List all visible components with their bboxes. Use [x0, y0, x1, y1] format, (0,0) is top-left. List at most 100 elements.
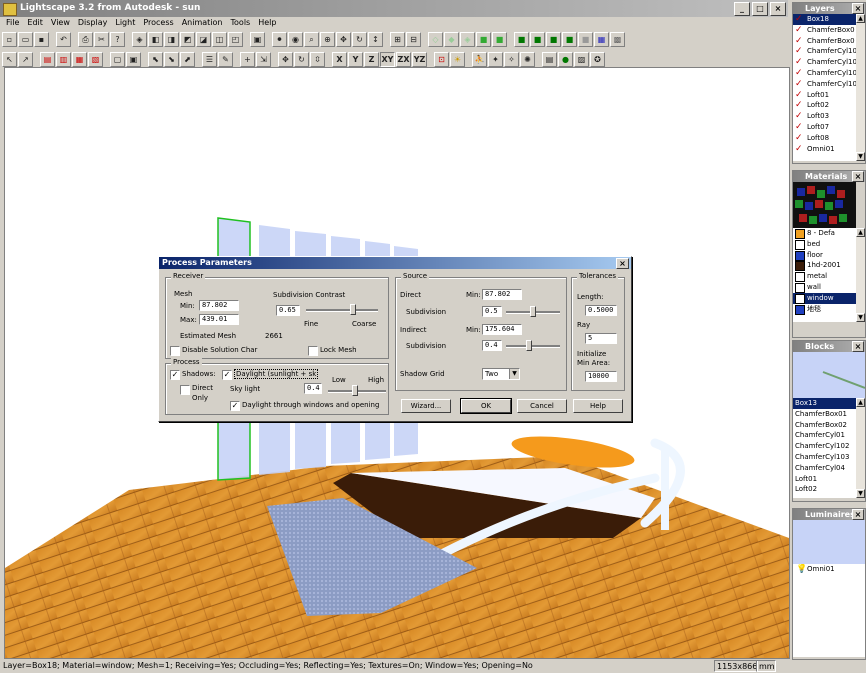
materials-close-button[interactable]: × — [852, 171, 864, 182]
select-obj-icon[interactable]: ↗ — [18, 52, 33, 67]
view-persp-icon[interactable]: ◈ — [132, 32, 147, 47]
close-button[interactable]: × — [770, 2, 786, 16]
save-icon[interactable]: ▪ — [34, 32, 49, 47]
figure-icon[interactable]: ✧ — [504, 52, 519, 67]
maximize-button[interactable]: □ — [752, 2, 768, 16]
scroll-up-icon[interactable]: ▲ — [856, 228, 865, 237]
scroll-up-icon[interactable]: ▲ — [856, 14, 865, 23]
menu-tools[interactable]: Tools — [231, 17, 251, 29]
render-icon[interactable]: ▣ — [250, 32, 265, 47]
paste-icon[interactable]: ▣ — [126, 52, 141, 67]
rotate-icon[interactable]: ↻ — [294, 52, 309, 67]
edit-icon[interactable]: ✎ — [218, 52, 233, 67]
block-item[interactable]: Loft02 — [793, 484, 865, 495]
axis-x[interactable]: X — [332, 52, 347, 67]
zoom-icon[interactable]: ⌕ — [304, 32, 319, 47]
material-item[interactable]: wall — [793, 282, 865, 293]
layer-item[interactable]: ✓ Box18 — [793, 14, 865, 25]
blocks-scrollbar[interactable]: ▲ ▼ — [856, 398, 865, 498]
ok-button[interactable]: OK — [460, 398, 512, 414]
layer-item[interactable]: ✓ ChamferCyl10 — [793, 79, 865, 90]
help-button[interactable]: Help — [573, 399, 623, 413]
view-bottom-icon[interactable]: ◰ — [228, 32, 243, 47]
material-item[interactable]: 8 - Defa — [793, 228, 865, 239]
select-surface-icon[interactable]: ▤ — [40, 52, 55, 67]
blocks-list[interactable]: Box13 ChamferBox01 ChamferBox02 ChamferC… — [793, 398, 865, 498]
menu-light[interactable]: Light — [115, 17, 135, 29]
pick-all-icon[interactable]: ⬈ — [180, 52, 195, 67]
materials-panel-icon[interactable]: ● — [558, 52, 573, 67]
scale-icon[interactable]: ⇳ — [310, 52, 325, 67]
pick-window-icon[interactable]: ⬊ — [164, 52, 179, 67]
hidden-icon[interactable]: ◆ — [444, 32, 459, 47]
block-item[interactable]: Loft01 — [793, 474, 865, 485]
indirect-min-field[interactable]: 175.604 — [482, 324, 522, 335]
block-item[interactable]: ChamferCyl01 — [793, 430, 865, 441]
new-icon[interactable]: ▫ — [2, 32, 17, 47]
cancel-button[interactable]: Cancel — [517, 399, 567, 413]
layer-item[interactable]: ✓ ChamferCyl10 — [793, 68, 865, 79]
material-item[interactable]: 1hd-2001 — [793, 260, 865, 272]
block-item[interactable]: Box13 — [793, 398, 865, 409]
menu-display[interactable]: Display — [78, 17, 108, 29]
ray-field[interactable]: 5 — [585, 333, 617, 344]
layer-icon[interactable]: ■ — [546, 32, 561, 47]
menu-file[interactable]: File — [6, 17, 19, 29]
pan-icon[interactable]: ✥ — [336, 32, 351, 47]
wizard-button[interactable]: Wizard... — [401, 399, 451, 413]
textured-icon[interactable]: ■ — [492, 32, 507, 47]
subdivision-contrast-field[interactable]: 0.65 — [276, 305, 300, 316]
light-icon[interactable]: ☀ — [450, 52, 465, 67]
view-right-icon[interactable]: ◪ — [196, 32, 211, 47]
shaded-icon[interactable]: ◈ — [460, 32, 475, 47]
layers-close-button[interactable]: × — [852, 3, 864, 14]
block-item[interactable]: ChamferBox02 — [793, 420, 865, 431]
solid-icon[interactable]: ■ — [476, 32, 491, 47]
preview-scrollbar[interactable] — [856, 182, 865, 228]
open-icon[interactable]: ▭ — [18, 32, 33, 47]
menu-view[interactable]: View — [51, 17, 70, 29]
luminaires-panel-icon[interactable]: ✪ — [590, 52, 605, 67]
view-back-icon[interactable]: ◫ — [212, 32, 227, 47]
luminaire-item[interactable]: 💡 Omni01 — [793, 564, 865, 575]
grid-icon[interactable]: ■ — [578, 32, 593, 47]
axis-zx[interactable]: ZX — [396, 52, 411, 67]
indirect-subdivision-thumb[interactable] — [526, 340, 532, 351]
subdivision-contrast-slider[interactable] — [306, 309, 378, 312]
move-point-icon[interactable]: ⇲ — [256, 52, 271, 67]
luminaires-list[interactable]: 💡 Omni01 — [793, 564, 865, 657]
help-icon[interactable]: ? — [110, 32, 125, 47]
axis-xy[interactable]: XY — [380, 52, 395, 67]
materials-icon[interactable]: ▦ — [594, 32, 609, 47]
layer-item[interactable]: ✓ ChamferCyl10 — [793, 46, 865, 57]
view-left-icon[interactable]: ◩ — [180, 32, 195, 47]
block-item[interactable]: ChamferCyl04 — [793, 463, 865, 474]
move-icon[interactable]: ✥ — [278, 52, 293, 67]
walk-mode-icon[interactable]: ⛹ — [472, 52, 487, 67]
select-material-icon[interactable]: ▧ — [88, 52, 103, 67]
layer-item[interactable]: ✓ ChamferBox0 — [793, 25, 865, 36]
select-icon[interactable]: ↖ — [2, 52, 17, 67]
orbit-icon[interactable]: ↻ — [352, 32, 367, 47]
layer-item[interactable]: ✓ Loft07 — [793, 122, 865, 133]
zoom-extents-icon[interactable]: ⊞ — [390, 32, 405, 47]
materials-list[interactable]: 8 - Defa bed floor 1hd-2001 metal wall w… — [793, 228, 865, 322]
menu-help[interactable]: Help — [258, 17, 276, 29]
copy-icon[interactable]: ▢ — [110, 52, 125, 67]
select-layer-icon[interactable]: ▦ — [72, 52, 87, 67]
disable-solution-checkbox[interactable] — [170, 346, 180, 356]
subdivision-contrast-thumb[interactable] — [350, 304, 356, 315]
direct-min-field[interactable]: 87.802 — [482, 289, 522, 300]
zoom-window-icon[interactable]: ⊕ — [320, 32, 335, 47]
layer-item[interactable]: ✓ Loft02 — [793, 100, 865, 111]
block-item[interactable]: ChamferCyl103 — [793, 452, 865, 463]
shadows-checkbox[interactable]: ✓ — [170, 370, 180, 380]
material-item[interactable]: window — [793, 292, 865, 304]
mesh-max-field[interactable]: 439.01 — [199, 314, 239, 325]
snap-icon[interactable]: ⊡ — [434, 52, 449, 67]
axis-y[interactable]: Y — [348, 52, 363, 67]
layer-item[interactable]: ✓ Loft08 — [793, 133, 865, 144]
shadow-grid-select[interactable]: Two ▼ — [482, 368, 520, 380]
dolly-icon[interactable]: ↕ — [368, 32, 383, 47]
materials-scrollbar[interactable]: ▲ ▼ — [856, 228, 865, 322]
